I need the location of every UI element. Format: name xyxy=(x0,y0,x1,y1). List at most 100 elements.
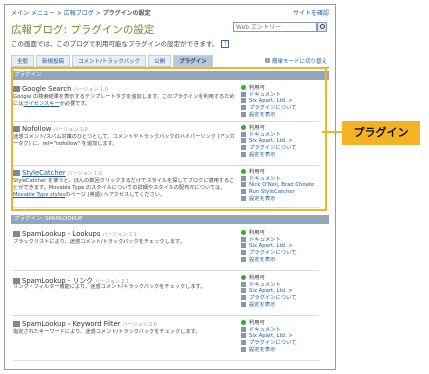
mode-icon xyxy=(264,58,270,63)
enabled-status-icon xyxy=(241,230,246,235)
plugin-actions: 利用可 ドキュメント Six Apart, Ltd. > プラグインについて 設… xyxy=(241,230,321,264)
plugin-name: Google Search バージョン 1.0 xyxy=(13,85,108,93)
plugin-description: 指定されたキーワードにより、迷惑コメント/トラックバックをチェックします。 xyxy=(13,329,201,335)
breadcrumb-blog[interactable]: 広報ブログ xyxy=(64,10,94,17)
enabled-status-icon xyxy=(241,275,246,280)
plugin-actions: 利用可 ドキュメント Six Apart, Ltd. > プラグインについて 設… xyxy=(241,275,321,309)
show-settings-link[interactable]: 設定を表示 xyxy=(241,301,321,309)
top-bar: メイン メニュー > 広報ブログ > プラグインの設定 サイトを確認 xyxy=(11,8,329,18)
run-icon xyxy=(241,189,246,195)
enabled-status-icon xyxy=(241,320,246,325)
enabled-status-icon xyxy=(241,85,246,90)
search-input[interactable] xyxy=(233,22,317,32)
show-settings-link[interactable]: 設定を表示 xyxy=(241,195,321,203)
document-icon xyxy=(241,236,246,242)
settings-icon xyxy=(241,151,246,157)
docs-link[interactable]: ドキュメント xyxy=(241,236,321,244)
plugin-icon xyxy=(13,231,20,237)
plugin-row: SpamLookup - Lookups バージョン 2.1 ブラックリストにより… xyxy=(13,230,319,271)
tab-general[interactable]: 全般 xyxy=(11,55,35,67)
enabled-status-icon xyxy=(241,169,246,174)
settings-tabs: 全般 新規投稿 コメント/トラックバック 公開 プラグイン xyxy=(11,55,215,67)
plugin-icon xyxy=(13,126,20,132)
enabled-status-icon xyxy=(241,125,246,130)
breadcrumb: メイン メニュー > 広報ブログ > プラグインの設定 xyxy=(11,10,151,17)
author-icon xyxy=(241,138,246,144)
plugin-description: ブラックリストにより、迷惑コメント/トラックバックをチェックします。 xyxy=(13,239,185,245)
run-stylecatcher-link[interactable]: Run StyleCatcher xyxy=(241,189,321,196)
about-plugin-link[interactable]: プラグインについて xyxy=(241,295,321,302)
info-icon xyxy=(241,250,246,256)
author-icon xyxy=(241,182,246,188)
docs-link[interactable]: ドキュメント xyxy=(241,131,321,139)
tab-divider xyxy=(11,67,329,68)
show-settings-link[interactable]: 設定を表示 xyxy=(241,346,321,354)
plugin-description: 迷惑コメント/スパム対策のひとつとして、コメントやトラックバックのハイパーリンク… xyxy=(13,134,235,147)
show-settings-link[interactable]: 設定を表示 xyxy=(241,111,321,119)
plugin-row: StyleCatcher バージョン 1.0 StyleCatcher を使うと、… xyxy=(13,169,319,208)
show-settings-link[interactable]: 設定を表示 xyxy=(241,151,321,159)
app-window: メイン メニュー > 広報ブログ > プラグインの設定 サイトを確認 広報ブログ… xyxy=(4,4,336,370)
plugin-actions: 利用可 ドキュメント Six Apart, Ltd. > プラグインについて 設… xyxy=(241,85,321,119)
plugin-description: リンク・フィルター機能により、迷惑コメント/トラックバックをチェックします。 xyxy=(13,284,206,290)
plugin-icon xyxy=(13,321,20,327)
plugin-status: 利用可 xyxy=(241,275,321,282)
about-plugin-link[interactable]: プラグインについて xyxy=(241,250,321,257)
plugin-status: 利用可 xyxy=(241,169,321,176)
plugin-actions: 利用可 ドキュメント Nick O'Neil, Brad Choate Run … xyxy=(241,169,321,203)
page-description: この画面では、このブログで利用可能なプラグインの設定ができます。? xyxy=(11,38,230,48)
plugin-name-link[interactable]: StyleCatcher xyxy=(22,169,66,177)
description-text: この画面では、このブログで利用可能なプラグインの設定ができます。 xyxy=(11,40,219,48)
view-site-link[interactable]: サイトを確認 xyxy=(293,8,329,17)
plugin-row: SpamLookup - リンク バージョン 2.1 リンク・フィルター機能により… xyxy=(13,275,319,316)
document-icon xyxy=(241,131,246,137)
about-plugin-link[interactable]: プラグインについて xyxy=(241,145,321,152)
plugin-actions: 利用可 ドキュメント Six Apart, Ltd. > プラグインについて 設… xyxy=(241,320,321,354)
show-settings-link[interactable]: 設定を表示 xyxy=(241,256,321,264)
plugin-status: 利用可 xyxy=(241,320,321,327)
document-icon xyxy=(241,91,246,97)
document-icon xyxy=(241,281,246,287)
author-icon xyxy=(241,288,246,294)
tab-publishing[interactable]: 公開 xyxy=(148,55,172,67)
settings-icon xyxy=(241,301,246,307)
plugin-name: StyleCatcher バージョン 1.0 xyxy=(13,169,102,177)
tab-new-entry[interactable]: 新規投稿 xyxy=(36,55,71,67)
plugin-status: 利用可 xyxy=(241,230,321,237)
movable-type-styles-link[interactable]: Movable Type styles xyxy=(13,192,65,198)
mode-link-label[interactable]: 簡単モードに切り替え xyxy=(272,59,327,65)
callout-connector xyxy=(322,131,342,133)
document-icon xyxy=(241,175,246,181)
docs-link[interactable]: ドキュメント xyxy=(241,175,321,183)
author-icon xyxy=(241,98,246,104)
about-plugin-link[interactable]: プラグインについて xyxy=(241,105,321,112)
help-icon[interactable]: ? xyxy=(221,40,230,48)
info-icon xyxy=(241,105,246,111)
author-icon xyxy=(241,333,246,339)
section-header-plugins: プラグイン xyxy=(11,71,329,80)
docs-link[interactable]: ドキュメント xyxy=(241,91,321,99)
tab-plugins[interactable]: プラグイン xyxy=(173,55,213,67)
breadcrumb-main-menu[interactable]: メイン メニュー xyxy=(11,10,55,17)
about-plugin-link[interactable]: プラグインについて xyxy=(241,340,321,347)
tab-feedback[interactable]: コメント/トラックバック xyxy=(72,55,147,67)
plugin-row: Nofollow バージョン 1.0 迷惑コメント/スパム対策のひとつとして、コメ… xyxy=(13,125,319,166)
author-icon xyxy=(241,243,246,249)
settings-icon xyxy=(241,195,246,201)
license-key-link[interactable]: ライセンスキー xyxy=(23,101,59,107)
breadcrumb-current: プラグインの設定 xyxy=(102,10,151,17)
docs-link[interactable]: ドキュメント xyxy=(241,326,321,334)
plugin-icon xyxy=(13,170,20,176)
document-icon xyxy=(241,326,246,332)
plugin-status: 利用可 xyxy=(241,125,321,132)
plugin-row: Google Search バージョン 1.0 Google の検索結果を表示する… xyxy=(13,85,319,122)
plugin-row: SpamLookup - Keyword Filter バージョン 2.0 指定さ… xyxy=(13,320,319,361)
simple-mode-link[interactable]: 簡単モードに切り替え xyxy=(264,57,327,65)
plugin-actions: 利用可 ドキュメント Six Apart, Ltd. > プラグインについて 設… xyxy=(241,125,321,159)
plugin-icon xyxy=(13,86,20,92)
docs-link[interactable]: ドキュメント xyxy=(241,281,321,289)
author-link[interactable]: Nick O'Neil, Brad Choate xyxy=(241,182,321,189)
plugin-name: SpamLookup - Lookups バージョン 2.1 xyxy=(13,230,137,238)
search-icon[interactable] xyxy=(317,22,327,32)
plugin-status: 利用可 xyxy=(241,85,321,92)
